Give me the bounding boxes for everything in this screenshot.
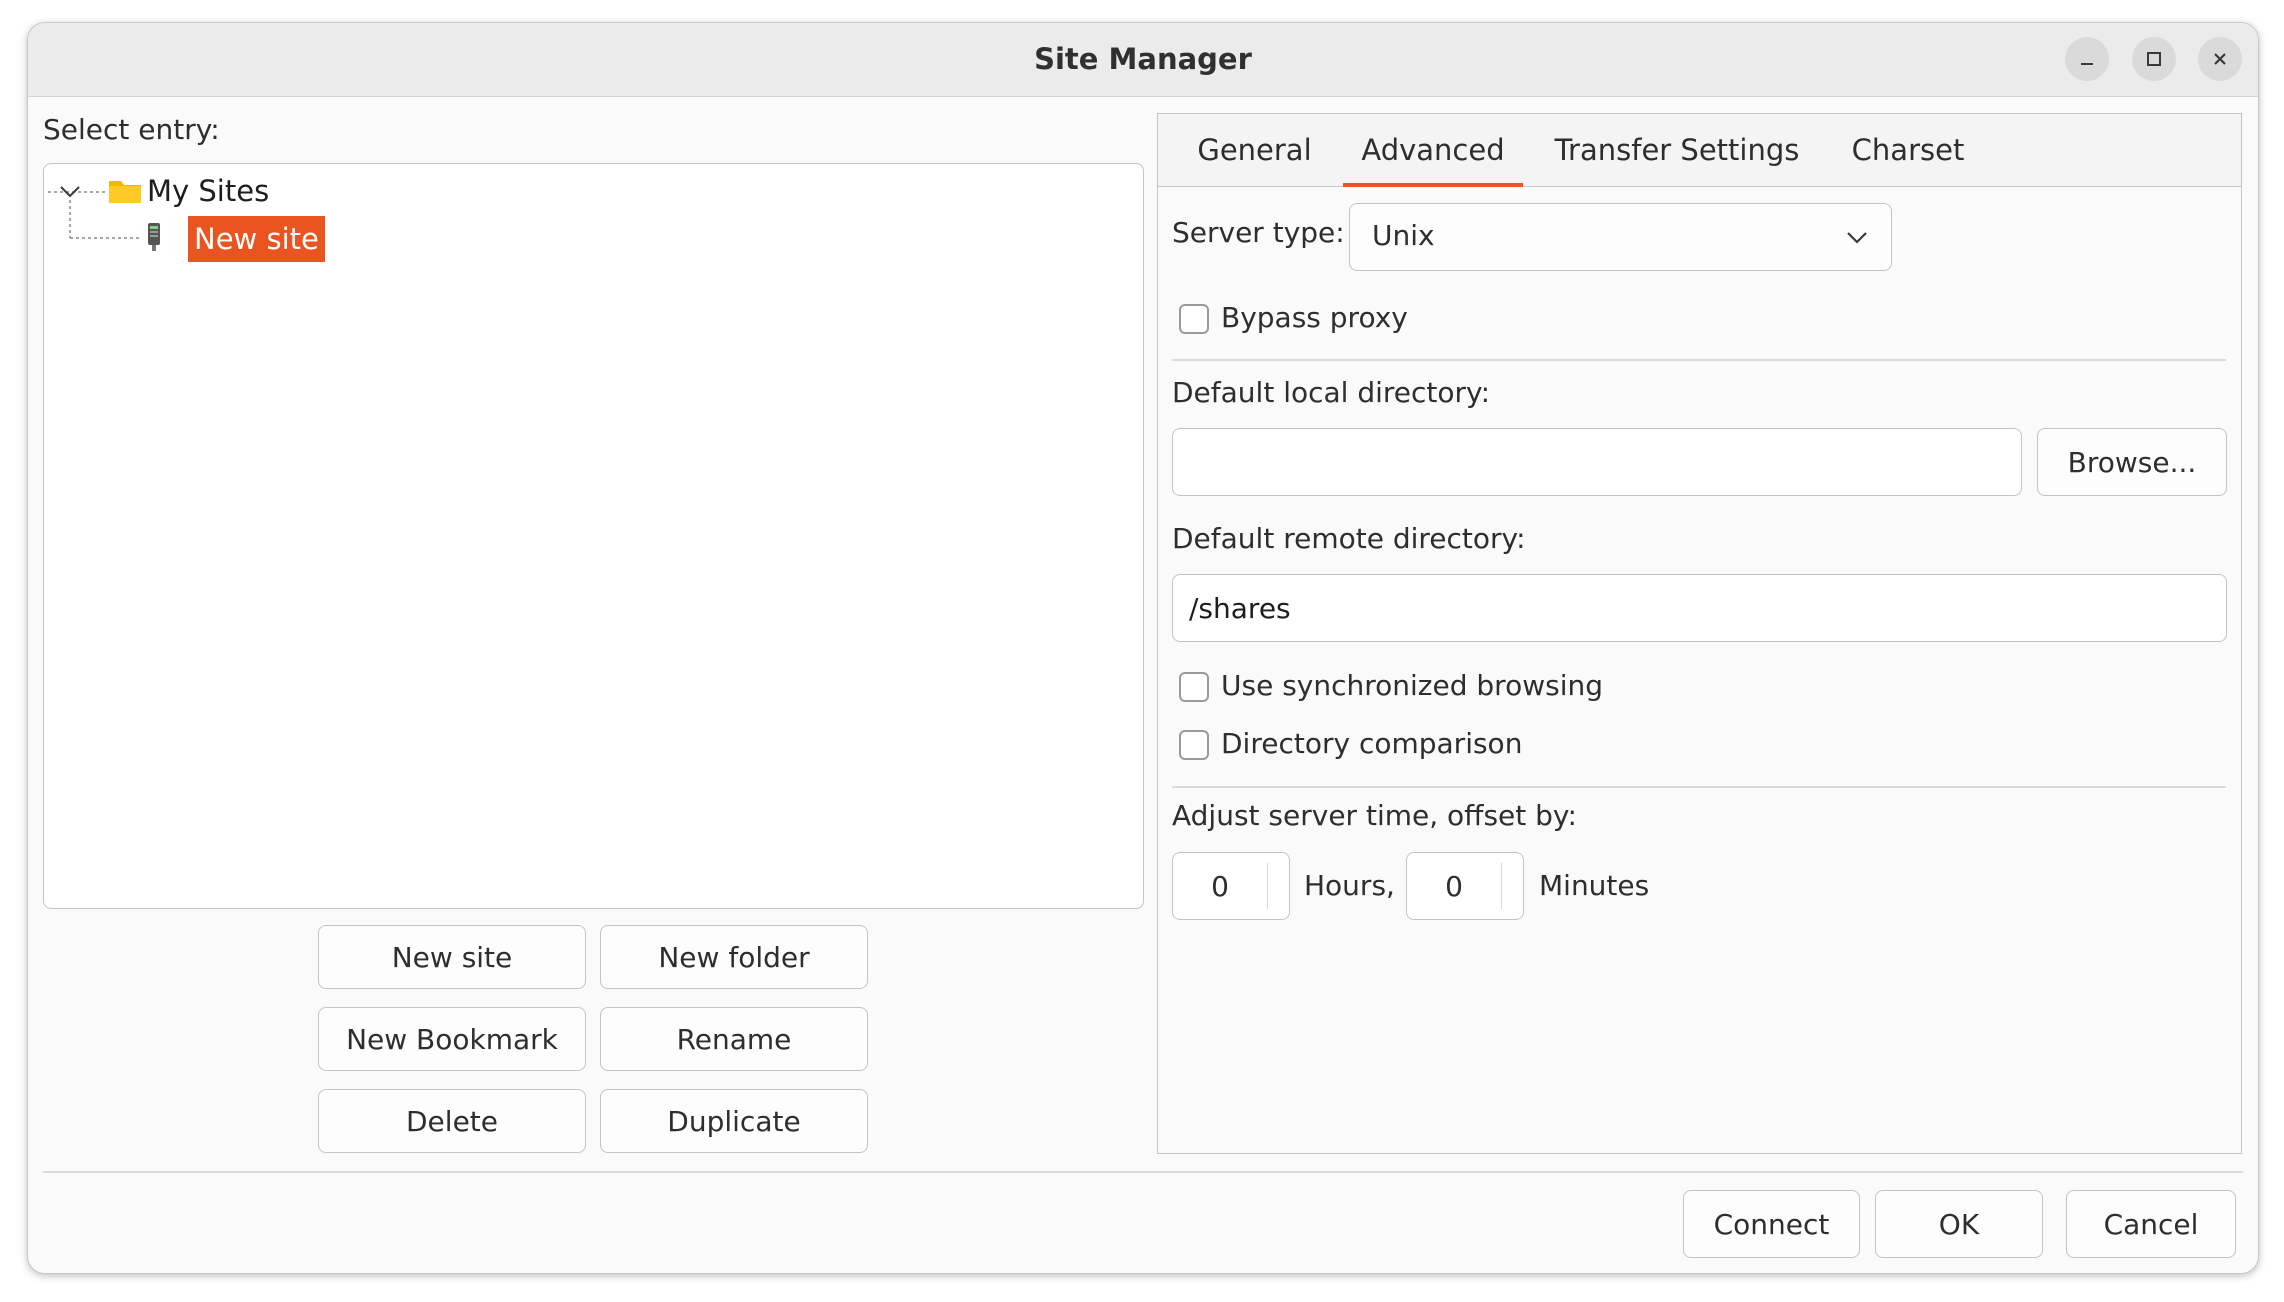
- divider: [1172, 786, 2226, 788]
- tab-charset[interactable]: Charset: [1830, 114, 1986, 186]
- spinner-divider: [1501, 863, 1502, 909]
- minimize-button[interactable]: [2065, 37, 2109, 81]
- tab-general[interactable]: General: [1182, 114, 1327, 186]
- local-directory-input[interactable]: [1172, 428, 2022, 496]
- browse-button[interactable]: Browse...: [2037, 428, 2227, 496]
- hours-label: Hours,: [1304, 869, 1395, 902]
- directory-comparison-label: Directory comparison: [1221, 727, 1523, 760]
- window-title: Site Manager: [1034, 42, 1252, 76]
- tab-transfer-settings[interactable]: Transfer Settings: [1539, 114, 1815, 186]
- remote-directory-value: /shares: [1189, 592, 1291, 625]
- close-button[interactable]: [2198, 37, 2242, 81]
- server-type-label: Server type:: [1172, 216, 1345, 249]
- tree-item-my-sites[interactable]: My Sites: [147, 174, 269, 208]
- connect-button[interactable]: Connect: [1683, 1190, 1860, 1258]
- maximize-button[interactable]: [2132, 37, 2176, 81]
- title-bar: Site Manager: [28, 23, 2258, 97]
- minimize-icon: [2081, 63, 2093, 65]
- remote-directory-label: Default remote directory:: [1172, 522, 1526, 555]
- server-icon: [148, 223, 160, 251]
- maximize-icon: [2147, 52, 2161, 66]
- server-type-select[interactable]: Unix: [1349, 203, 1892, 271]
- site-tree[interactable]: My Sites New site: [43, 163, 1144, 909]
- rename-button[interactable]: Rename: [600, 1007, 868, 1071]
- settings-panel: General Advanced Transfer Settings Chars…: [1157, 113, 2242, 1154]
- sync-browsing-label: Use synchronized browsing: [1221, 669, 1603, 702]
- chevron-down-icon[interactable]: [58, 182, 82, 202]
- bypass-proxy-label: Bypass proxy: [1221, 301, 1408, 334]
- minutes-spinner[interactable]: 0: [1406, 852, 1524, 920]
- tree-item-new-site[interactable]: New site: [188, 216, 325, 262]
- new-site-button[interactable]: New site: [318, 925, 586, 989]
- minutes-value: 0: [1445, 870, 1463, 903]
- hours-spinner[interactable]: 0: [1172, 852, 1290, 920]
- remote-directory-input[interactable]: /shares: [1172, 574, 2227, 642]
- chevron-down-icon: [1847, 232, 1867, 244]
- select-entry-label: Select entry:: [43, 113, 220, 146]
- server-type-value: Unix: [1372, 219, 1435, 252]
- cancel-button[interactable]: Cancel: [2066, 1190, 2236, 1258]
- footer-divider: [43, 1171, 2243, 1173]
- directory-comparison-checkbox[interactable]: [1179, 730, 1209, 760]
- hours-value: 0: [1211, 870, 1229, 903]
- time-offset-label: Adjust server time, offset by:: [1172, 799, 1577, 832]
- local-directory-label: Default local directory:: [1172, 376, 1491, 409]
- sync-browsing-checkbox[interactable]: [1179, 672, 1209, 702]
- new-bookmark-button[interactable]: New Bookmark: [318, 1007, 586, 1071]
- minutes-label: Minutes: [1539, 869, 1650, 902]
- close-icon: [2214, 53, 2226, 65]
- tab-bar: General Advanced Transfer Settings Chars…: [1158, 114, 2241, 187]
- tab-advanced[interactable]: Advanced: [1343, 114, 1523, 187]
- delete-button[interactable]: Delete: [318, 1089, 586, 1153]
- ok-button[interactable]: OK: [1875, 1190, 2043, 1258]
- new-folder-button[interactable]: New folder: [600, 925, 868, 989]
- site-manager-window: Site Manager Select entry: My Sites New …: [27, 22, 2259, 1274]
- duplicate-button[interactable]: Duplicate: [600, 1089, 868, 1153]
- divider: [1172, 359, 2226, 361]
- bypass-proxy-checkbox[interactable]: [1179, 304, 1209, 334]
- spinner-divider: [1267, 863, 1268, 909]
- folder-icon: [109, 181, 141, 203]
